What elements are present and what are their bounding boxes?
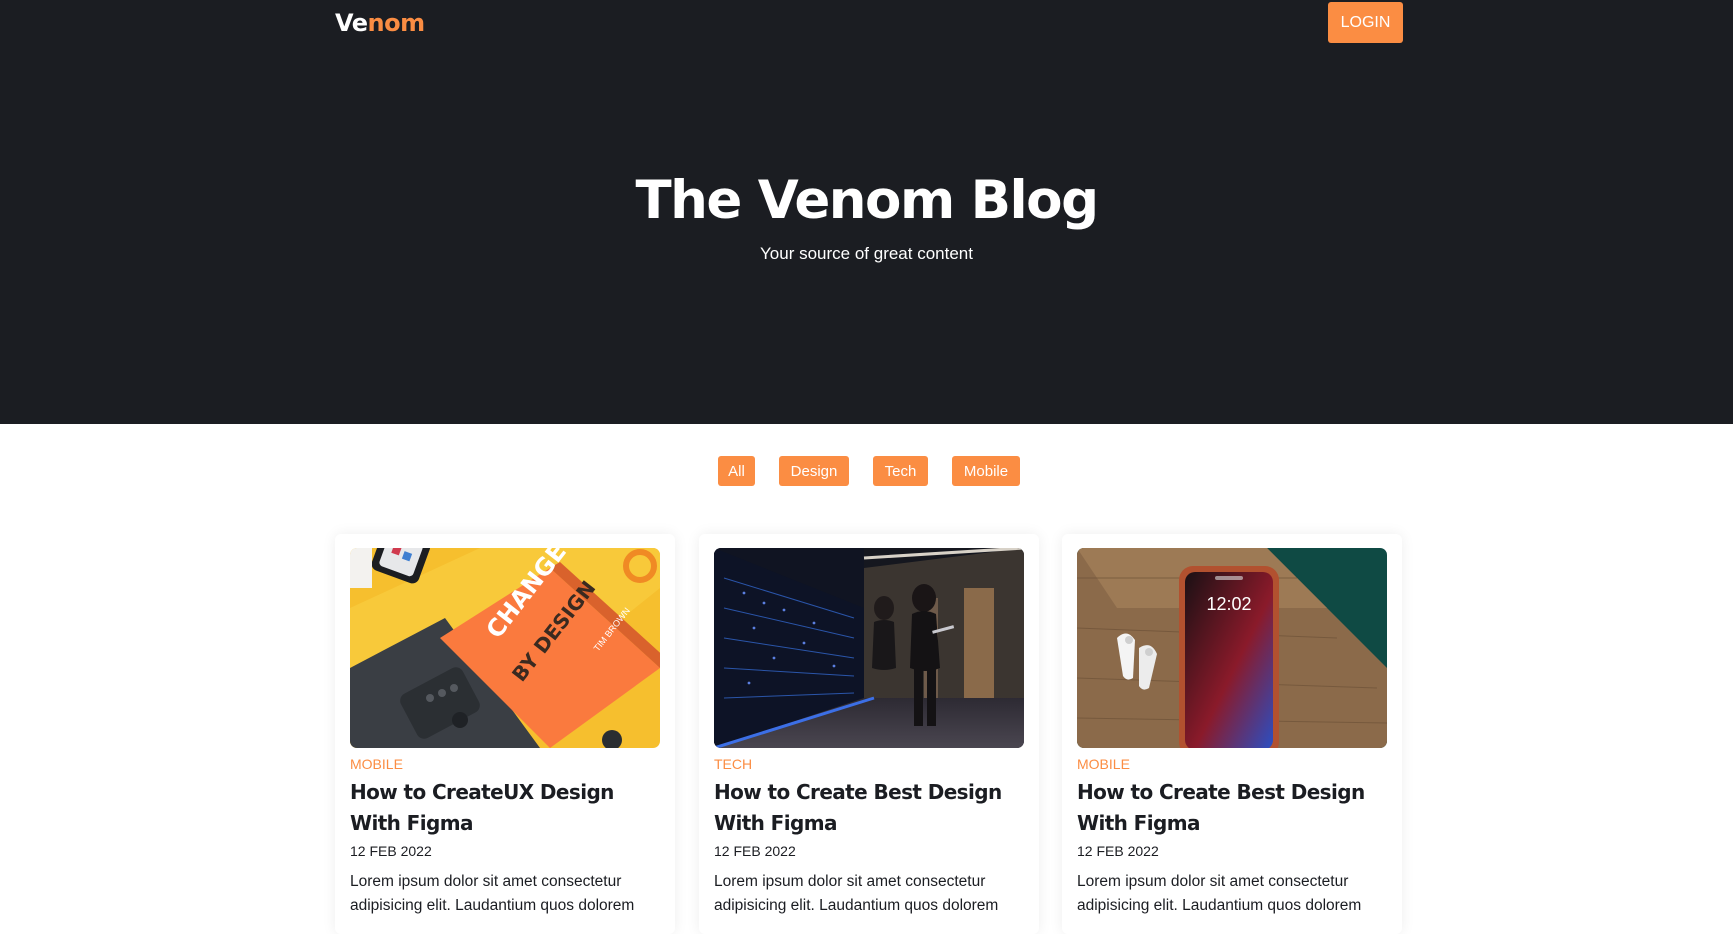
post-excerpt: Lorem ipsum dolor sit amet consectetur a… [1077, 873, 1362, 914]
post-title[interactable]: How to Create Best Design With Figma [1077, 777, 1392, 839]
logo-part-white: Ve [335, 9, 368, 37]
post-title[interactable]: How to Create Best Design With Figma [714, 777, 1029, 839]
hero-header: Venom LOGIN The Venom Blog Your source o… [0, 0, 1733, 424]
post-image-server-room[interactable] [714, 548, 1024, 748]
page-title: The Venom Blog [635, 170, 1099, 231]
post-date: 12 FEB 2022 [714, 843, 796, 859]
post-date: 12 FEB 2022 [350, 843, 432, 859]
post-excerpt: Lorem ipsum dolor sit amet consectetur a… [350, 873, 635, 914]
post-category[interactable]: TECH [714, 756, 752, 772]
post-category[interactable]: MOBILE [350, 756, 403, 772]
change-by-design-book-photo: CHANGE BY DESIGN TIM BROWN [350, 548, 660, 748]
post-excerpt: Lorem ipsum dolor sit amet consectetur a… [714, 873, 999, 914]
server-room-woman-laptop-photo [714, 548, 1024, 748]
login-button[interactable]: LOGIN [1328, 2, 1403, 43]
post-category[interactable]: MOBILE [1077, 756, 1130, 772]
post-date: 12 FEB 2022 [1077, 843, 1159, 859]
filter-all-button[interactable]: All [718, 456, 755, 486]
post-title[interactable]: How to CreateUX Design With Figma [350, 777, 665, 839]
iphone-airpods-on-wood-photo: 12:02 [1077, 548, 1387, 748]
post-image-book[interactable]: CHANGE BY DESIGN TIM BROWN [350, 548, 660, 748]
post-card[interactable]: TECH How to Create Best Design With Figm… [699, 534, 1039, 934]
phone-lock-time: 12:02 [1206, 594, 1251, 614]
post-card[interactable]: CHANGE BY DESIGN TIM BROWN MOBILE How to… [335, 534, 675, 934]
logo-part-orange: nom [367, 9, 426, 37]
post-image-phone[interactable]: 12:02 [1077, 548, 1387, 748]
filter-tech-button[interactable]: Tech [873, 456, 928, 486]
filter-design-button[interactable]: Design [779, 456, 849, 486]
page-subtitle: Your source of great content [760, 244, 973, 263]
post-card[interactable]: 12:02 MOBILE How to Create Best Design W… [1062, 534, 1402, 934]
logo[interactable]: Venom [335, 8, 425, 38]
filter-mobile-button[interactable]: Mobile [952, 456, 1020, 486]
category-filters: All Design Tech Mobile [0, 456, 1733, 486]
